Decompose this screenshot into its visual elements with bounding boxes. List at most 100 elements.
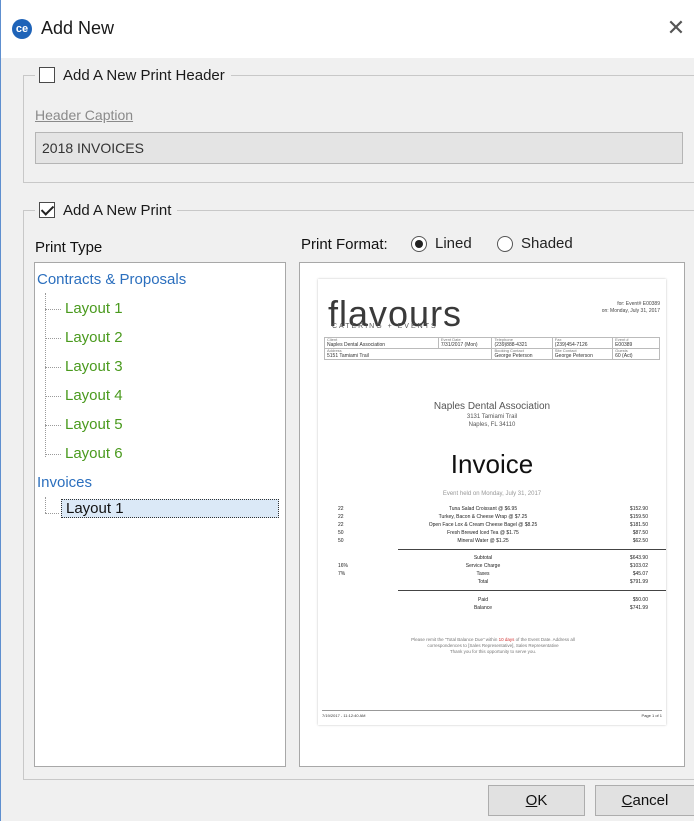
qty: 50 — [338, 530, 344, 536]
tree-connector — [45, 309, 61, 310]
payment-note-highlight: 10 days — [498, 637, 515, 642]
print-header-group — [23, 75, 694, 183]
info-value: George Peterson — [554, 353, 593, 359]
print-header-checkbox[interactable]: Add A New Print Header — [35, 64, 231, 86]
tree-connector — [45, 454, 61, 455]
print-checkbox[interactable]: Add A New Print — [35, 199, 178, 221]
page-number: Page 1 of 1 — [641, 713, 662, 718]
event-info-table: Client Naples Dental Association Event Da… — [323, 337, 660, 360]
total-amount: $45.07 — [632, 571, 648, 577]
cancel-label: ancel — [632, 792, 669, 809]
radio-shaded[interactable]: Shaded — [497, 235, 573, 252]
info-value: George Peterson — [494, 353, 533, 359]
payment-note-text: Thank you for this opportunity to serve … — [449, 649, 537, 654]
balance-label: Balance — [473, 605, 493, 611]
window-title: Add New — [41, 18, 115, 38]
total-line: 7% Taxes $45.07 — [338, 571, 648, 578]
payment-note-text: Please remit the "Total Balance Due" wit… — [411, 637, 498, 642]
tree-leaf-contracts-layout-2[interactable]: Layout 2 — [65, 329, 123, 346]
tree-leaf-invoices-layout-1[interactable]: Layout 1 — [61, 499, 279, 518]
amount: $181.50 — [629, 522, 648, 528]
payment-note-text: correspondences to [Sales Representative… — [427, 643, 559, 648]
brand-logo-subtitle: CATERING + EVENTS — [332, 323, 438, 330]
print-type-tree[interactable]: Contracts & Proposals Layout 1 Layout 2 … — [34, 262, 286, 767]
ok-button[interactable]: OK — [488, 785, 585, 816]
tree-leaf-contracts-layout-3[interactable]: Layout 3 — [65, 358, 123, 375]
tree-connector — [45, 513, 59, 514]
payment-note: Please remit the "Total Balance Due" wit… — [388, 637, 598, 655]
total-label: Subtotal — [473, 555, 493, 561]
radio-unselected-icon[interactable] — [497, 235, 513, 252]
print-format-label: Print Format: — [301, 236, 388, 253]
tree-leaf-contracts-layout-4[interactable]: Layout 4 — [65, 387, 123, 404]
event-date: on: Monday, July 31, 2017 — [601, 308, 660, 314]
item-desc: Turkey, Bacon & Cheese Wrap @ $7.25 — [438, 514, 528, 520]
tree-connector — [45, 367, 61, 368]
tree-connector — [45, 425, 61, 426]
qty: 22 — [338, 522, 344, 528]
tree-leaf-contracts-layout-5[interactable]: Layout 5 — [65, 416, 123, 433]
print-checkbox-label: Add A New Print — [63, 201, 172, 219]
item-desc: Tuna Salad Croissant @ $6.95 — [448, 506, 518, 512]
cancel-button[interactable]: Cancel — [595, 785, 694, 816]
tree-connector — [45, 293, 46, 457]
header-caption-input[interactable]: 2018 INVOICES — [35, 132, 683, 164]
balance-amount: $741.99 — [629, 605, 648, 611]
total-label: Service Charge — [465, 563, 501, 569]
amount: $152.90 — [629, 506, 648, 512]
tree-connector — [45, 497, 46, 513]
total-amount: $103.02 — [629, 563, 648, 569]
radio-selected-icon[interactable] — [411, 235, 427, 252]
info-value: 7/31/2017 (Mon) — [440, 342, 478, 348]
invoice-line: 22 Open Face Lox & Cream Cheese Bagel @ $… — [338, 522, 648, 529]
page-footer: 7/19/2017 - 11:12:40 AM Page 1 of 1 — [322, 713, 662, 718]
client-address-line2: Naples, FL 34110 — [468, 422, 516, 428]
total-amount: $643.90 — [629, 555, 648, 561]
checkbox-checked-icon[interactable] — [39, 202, 55, 218]
item-desc: Open Face Lox & Cream Cheese Bagel @ $8.… — [428, 522, 538, 528]
invoice-line: 50 Fresh Brewed Iced Tea @ $1.75 $87.50 — [338, 530, 648, 537]
tree-leaf-contracts-layout-1[interactable]: Layout 1 — [65, 300, 123, 317]
event-info: for: Event# E00389 on: Monday, July 31, … — [602, 301, 660, 315]
total-line: Subtotal $643.90 — [338, 555, 648, 562]
client-name: Naples Dental Association — [433, 401, 551, 412]
paid-amount: $50.00 — [632, 597, 648, 603]
divider — [398, 590, 666, 591]
balance-line: Balance $741.99 — [338, 605, 648, 612]
ok-mnemonic: O — [525, 792, 538, 809]
close-icon[interactable]: ✕ — [665, 16, 687, 40]
info-value: 60 (Act) — [615, 353, 633, 359]
client-address-line1: 3131 Tamiami Trail — [466, 414, 518, 420]
amount: $62.50 — [632, 538, 648, 544]
tree-node-contracts-proposals[interactable]: Contracts & Proposals — [37, 271, 186, 288]
invoice-line: 50 Mineral Water @ $1.25 $62.50 — [338, 538, 648, 545]
footer-divider — [322, 710, 662, 711]
add-new-dialog: ce Add New ✕ Add A New Print Header Head… — [0, 0, 694, 821]
total-label: Taxes — [476, 571, 490, 577]
item-desc: Mineral Water @ $1.25 — [457, 538, 509, 544]
radio-shaded-label: Shaded — [521, 235, 573, 252]
tree-node-invoices[interactable]: Invoices — [37, 474, 92, 491]
tree-connector — [45, 338, 61, 339]
invoice-line: 22 Turkey, Bacon & Cheese Wrap @ $7.25 $15… — [338, 514, 648, 521]
qty: 50 — [338, 538, 344, 544]
event-held-text: Event held on Monday, July 31, 2017 — [442, 491, 542, 497]
invoice-line: 22 Tuna Salad Croissant @ $6.95 $152.90 — [338, 506, 648, 513]
tree-connector — [45, 396, 61, 397]
radio-lined[interactable]: Lined — [411, 235, 472, 252]
radio-lined-label: Lined — [435, 235, 472, 252]
total-line: 16% Service Charge $103.02 — [338, 563, 648, 570]
divider — [398, 549, 666, 550]
tree-leaf-contracts-layout-6[interactable]: Layout 6 — [65, 445, 123, 462]
invoice-title: Invoice — [450, 449, 534, 479]
total-label: Total — [477, 579, 489, 585]
header-caption-label: Header Caption — [35, 107, 134, 123]
total-line: Total $791.99 — [338, 579, 648, 586]
checkbox-icon[interactable] — [39, 67, 55, 83]
print-type-label: Print Type — [35, 239, 103, 256]
info-value: 5151 Tamiami Trail — [327, 353, 369, 359]
title-bar: ce Add New ✕ — [1, 0, 694, 58]
paid-line: Paid $50.00 — [338, 597, 648, 604]
item-desc: Fresh Brewed Iced Tea @ $1.75 — [447, 530, 519, 536]
print-header-checkbox-label: Add A New Print Header — [63, 66, 225, 84]
